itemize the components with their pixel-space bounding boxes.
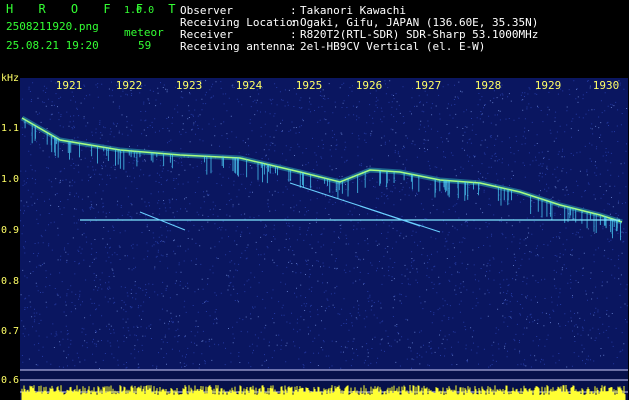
hour-tick-label: 1923 xyxy=(175,79,203,92)
hour-tick-label: 1925 xyxy=(295,79,323,92)
spectrogram-overlay xyxy=(20,80,628,400)
freq-tick-label: 0.9 xyxy=(1,225,20,236)
hour-tick-label: 1927 xyxy=(414,79,442,92)
freq-tick-label: 0.8 xyxy=(1,276,20,287)
hour-tick-label: 1924 xyxy=(235,79,263,92)
hroffft-window: { "app": { "name": "H R O F F T", "versi… xyxy=(0,0,629,400)
noise-speckle-bright xyxy=(20,80,628,369)
meteor-echo xyxy=(359,205,421,227)
noise-speckle xyxy=(20,80,628,369)
hour-tick-label: 1926 xyxy=(355,79,383,92)
drift-trace xyxy=(21,117,623,223)
hour-tick-label: 1922 xyxy=(115,79,143,92)
hour-tick-label: 1929 xyxy=(534,79,562,92)
hour-tick-label: 1928 xyxy=(474,79,502,92)
freq-unit-label: kHz xyxy=(1,73,20,84)
freq-tick-label: 1.0 xyxy=(1,174,20,185)
freq-tick-label: 0.7 xyxy=(1,326,20,337)
hour-tick-label: 1921 xyxy=(55,79,83,92)
hour-tick-label: 1930 xyxy=(592,79,620,92)
drift-trace-glow xyxy=(20,115,623,225)
freq-tick-label: 1.1 xyxy=(1,123,20,134)
freq-tick-label: 0.6 xyxy=(1,375,20,386)
